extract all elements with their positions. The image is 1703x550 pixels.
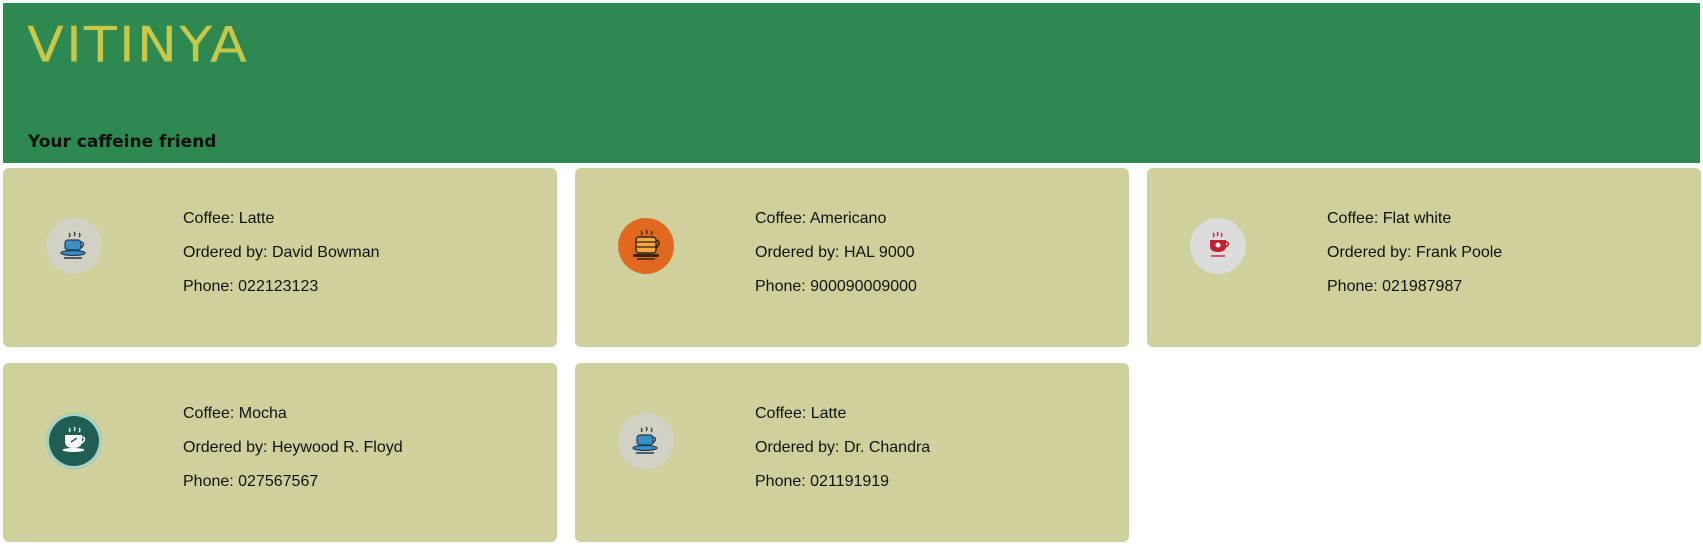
coffee-type: Coffee: Latte bbox=[183, 210, 275, 227]
ordered-by: Ordered by: Heywood R. Floyd bbox=[183, 439, 403, 456]
coffee-type: Coffee: Americano bbox=[755, 210, 887, 227]
order-card: Coffee: Latte Ordered by: Dr. Chandra Ph… bbox=[575, 363, 1129, 542]
ordered-by: Ordered by: Frank Poole bbox=[1327, 244, 1503, 261]
coffee-type: Coffee: Flat white bbox=[1327, 210, 1452, 227]
site-header: VITINYA Your caffeine friend bbox=[3, 3, 1700, 163]
order-info: Coffee: Americano Ordered by: HAL 9000 P… bbox=[755, 202, 917, 304]
brand-logo: VITINYA bbox=[27, 16, 249, 74]
order-card: Coffee: Flat white Ordered by: Frank Poo… bbox=[1147, 168, 1701, 347]
coffee-type: Coffee: Mocha bbox=[183, 405, 287, 422]
tagline: Your caffeine friend bbox=[28, 132, 217, 152]
phone: Phone: 900090009000 bbox=[755, 278, 917, 295]
coffee-cup-icon bbox=[618, 218, 674, 274]
order-card: Coffee: Mocha Ordered by: Heywood R. Flo… bbox=[3, 363, 557, 542]
coffee-cup-icon bbox=[1190, 218, 1246, 274]
coffee-cup-icon bbox=[46, 218, 102, 274]
phone: Phone: 021191919 bbox=[755, 473, 890, 490]
ordered-by: Ordered by: HAL 9000 bbox=[755, 244, 915, 261]
order-info: Coffee: Mocha Ordered by: Heywood R. Flo… bbox=[183, 397, 403, 499]
ordered-by: Ordered by: David Bowman bbox=[183, 244, 380, 261]
phone: Phone: 027567567 bbox=[183, 473, 319, 490]
order-info: Coffee: Flat white Ordered by: Frank Poo… bbox=[1327, 202, 1502, 304]
order-info: Coffee: Latte Ordered by: Dr. Chandra Ph… bbox=[755, 397, 930, 499]
order-info: Coffee: Latte Ordered by: David Bowman P… bbox=[183, 202, 380, 304]
phone: Phone: 021987987 bbox=[1327, 278, 1463, 295]
coffee-cup-icon bbox=[46, 413, 102, 469]
coffee-type: Coffee: Latte bbox=[755, 405, 847, 422]
order-card: Coffee: Americano Ordered by: HAL 9000 P… bbox=[575, 168, 1129, 347]
phone: Phone: 022123123 bbox=[183, 278, 319, 295]
order-card: Coffee: Latte Ordered by: David Bowman P… bbox=[3, 168, 557, 347]
ordered-by: Ordered by: Dr. Chandra bbox=[755, 439, 931, 456]
coffee-cup-icon bbox=[618, 413, 674, 469]
